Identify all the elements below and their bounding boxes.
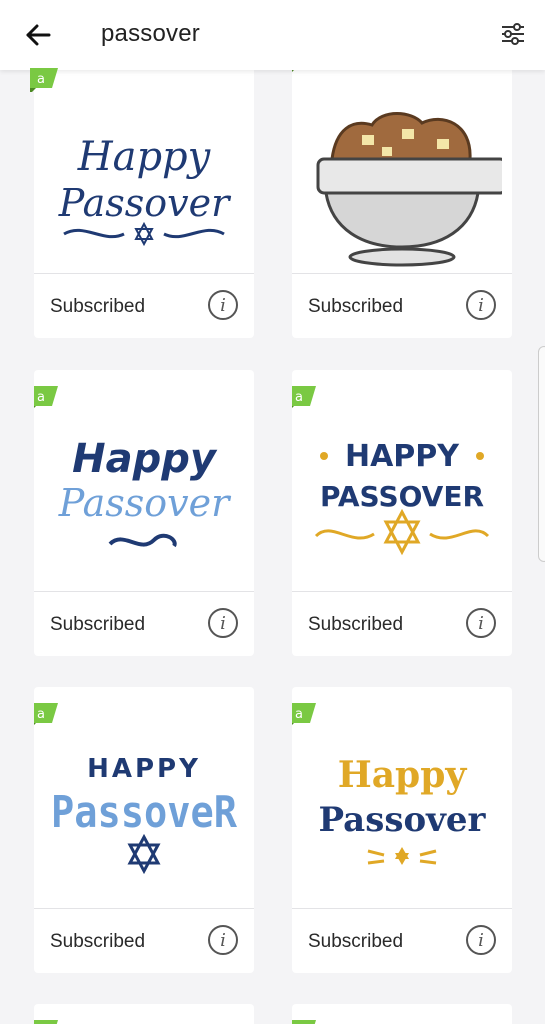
art-line-1: Happy <box>338 754 468 796</box>
info-icon[interactable]: i <box>466 290 496 320</box>
access-badge-icon <box>34 1020 58 1024</box>
info-icon[interactable]: i <box>208 925 238 955</box>
result-card[interactable]: HAPPY PassoveR a Subscribed i <box>34 687 254 973</box>
card-footer: Subscribed i <box>292 909 512 973</box>
art-line-2: PassoveR <box>51 787 237 838</box>
result-card[interactable] <box>292 1004 512 1024</box>
svg-text:a: a <box>295 390 303 405</box>
info-icon[interactable]: i <box>466 925 496 955</box>
art-line-1: HAPPY <box>345 439 460 474</box>
card-footer: Subscribed i <box>34 274 254 338</box>
card-image: HAPPY PassoveR <box>34 687 254 905</box>
access-badge-icon: a <box>292 703 316 727</box>
subscription-status: Subscribed <box>308 296 404 317</box>
card-footer: Subscribed i <box>34 909 254 973</box>
access-badge-icon: a <box>34 703 58 727</box>
subscription-status: Subscribed <box>308 614 404 635</box>
charoset-bowl-art <box>316 112 502 267</box>
happy-passover-gold-art: Happy Passover <box>319 754 487 865</box>
result-card[interactable]: HAPPY PASSOVER a Subscribed i <box>292 370 512 656</box>
art-line-2: PASSOVER <box>320 480 484 513</box>
back-button[interactable] <box>20 17 56 53</box>
svg-text:a: a <box>37 707 45 722</box>
access-badge-icon: a <box>30 68 58 94</box>
card-image: Happy Passover <box>34 70 254 288</box>
card-footer: Subscribed i <box>292 274 512 338</box>
card-image: HAPPY PASSOVER <box>292 370 512 588</box>
search-query[interactable]: passover <box>101 20 200 48</box>
result-card[interactable] <box>34 1004 254 1024</box>
happy-passover-star-art: HAPPY PASSOVER <box>314 439 490 556</box>
art-line-2: Passover <box>319 800 487 840</box>
art-line-1: Happy <box>72 436 218 482</box>
info-icon[interactable]: i <box>208 290 238 320</box>
app-bar: passover <box>0 0 545 70</box>
result-card[interactable]: Happy Passover Subscribed i <box>34 52 254 338</box>
art-line-1: Happy <box>77 134 212 180</box>
card-image: Happy Passover <box>292 687 512 905</box>
subscription-status: Subscribed <box>308 931 404 952</box>
card-footer: Subscribed i <box>292 592 512 656</box>
result-card[interactable]: a Subscribed i <box>292 52 512 338</box>
svg-text:a: a <box>37 72 45 87</box>
results-grid: Happy Passover Subscribed i Subscribed i… <box>0 0 545 1024</box>
subscription-status: Subscribed <box>50 614 146 635</box>
access-badge-icon: a <box>34 386 58 410</box>
happy-passover-tall-art: HAPPY PassoveR <box>51 754 237 875</box>
access-badge-icon <box>292 1020 316 1024</box>
info-icon[interactable]: i <box>208 608 238 638</box>
info-icon[interactable]: i <box>466 608 496 638</box>
subscription-status: Subscribed <box>50 931 146 952</box>
art-line-2: Passover <box>58 181 232 225</box>
card-image: Happy Passover <box>34 370 254 588</box>
sliders-icon <box>502 23 524 45</box>
happy-passover-script-art: Happy Passover <box>58 134 232 247</box>
svg-text:a: a <box>295 707 303 722</box>
subscription-status: Subscribed <box>50 296 146 317</box>
scrollbar-handle[interactable] <box>538 346 545 562</box>
art-line-1: HAPPY <box>87 754 201 784</box>
svg-text:a: a <box>37 390 45 405</box>
card-image <box>292 70 512 288</box>
access-badge-icon: a <box>292 386 316 410</box>
happy-passover-brush-art: Happy Passover <box>58 436 232 548</box>
card-footer: Subscribed i <box>34 592 254 656</box>
filter-button[interactable] <box>495 16 531 52</box>
result-card[interactable]: Happy Passover a Subscribed i <box>34 370 254 656</box>
arrow-left-icon <box>26 24 51 46</box>
art-line-2: Passover <box>58 481 232 525</box>
result-card[interactable]: Happy Passover a Subscribed i <box>292 687 512 973</box>
